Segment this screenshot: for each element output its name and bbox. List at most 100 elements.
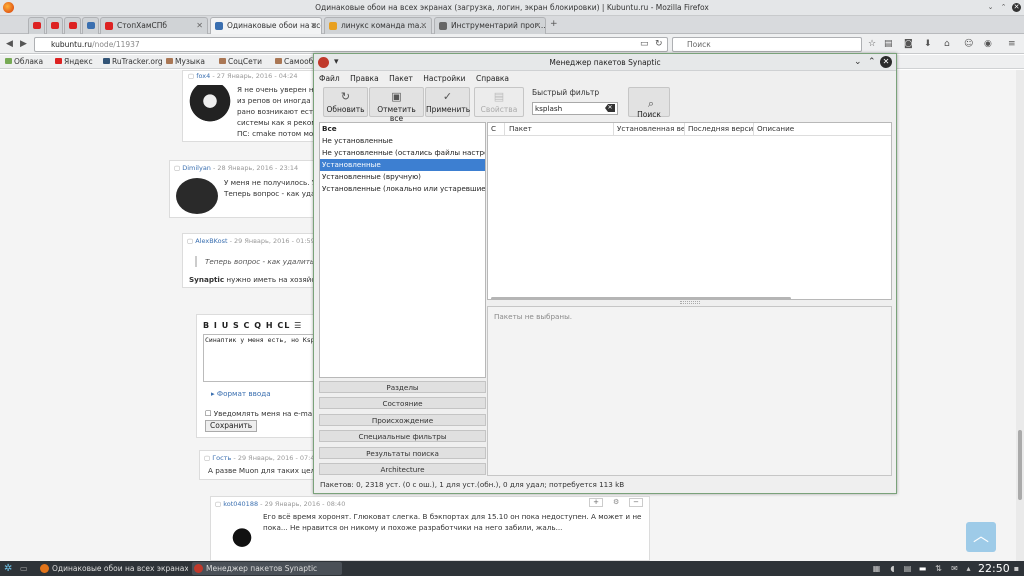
- close-icon[interactable]: ✕: [880, 56, 892, 68]
- comment-author[interactable]: AlexBKost: [195, 237, 227, 245]
- bookmark-rutracker[interactable]: RuTracker.org: [102, 55, 163, 68]
- reading-list-icon[interactable]: ▤: [884, 38, 893, 50]
- bookmark-socseti[interactable]: СоцСети: [218, 55, 262, 68]
- tab-instrumentariy[interactable]: Инструментарий прог... ✕: [434, 17, 546, 34]
- sections-button[interactable]: Разделы: [319, 381, 486, 393]
- comment-textarea[interactable]: Синаптик у меня есть, но Ksplash: [203, 334, 318, 382]
- comment-author[interactable]: kot040188: [223, 500, 258, 508]
- horizontal-scrollbar[interactable]: [491, 297, 791, 300]
- strike-button[interactable]: S: [233, 321, 240, 330]
- clock[interactable]: 22:50: [978, 561, 1010, 576]
- underline-button[interactable]: U: [222, 321, 230, 330]
- pinned-tab-youtube[interactable]: [46, 17, 63, 34]
- minimize-icon[interactable]: ⌄: [854, 56, 862, 68]
- back-icon[interactable]: ◀: [6, 38, 13, 50]
- close-tab-icon[interactable]: ✕: [534, 18, 541, 34]
- properties-button[interactable]: ▤ Свойства: [474, 87, 524, 117]
- bookmark-samoob[interactable]: Самооб: [274, 55, 313, 68]
- filter-item-installed-manual[interactable]: Установленные (вручную): [320, 171, 485, 183]
- page-scrollbar[interactable]: [1016, 70, 1024, 561]
- new-tab-icon[interactable]: +: [550, 18, 558, 30]
- filter-item-installed[interactable]: Установленные: [320, 159, 485, 171]
- column-status[interactable]: С: [488, 123, 505, 135]
- network-icon[interactable]: ⇅: [934, 564, 943, 573]
- filter-item-all[interactable]: Все: [320, 123, 485, 135]
- scroll-to-top-button[interactable]: ︿: [966, 522, 996, 552]
- pocket-icon[interactable]: ◙: [904, 38, 913, 50]
- scrollbar-thumb[interactable]: [1018, 430, 1022, 500]
- close-tab-icon[interactable]: ✕: [420, 18, 427, 34]
- heading-button[interactable]: H: [266, 321, 274, 330]
- url-bar[interactable]: kubuntu.ru/node/11937: [34, 37, 668, 52]
- tab-kubuntu-wallpaper[interactable]: Одинаковые обои на все... ✕: [210, 17, 322, 34]
- column-description[interactable]: Описание: [754, 123, 891, 135]
- account-icon[interactable]: ☺: [964, 38, 973, 50]
- pinned-tab-youtube[interactable]: [64, 17, 81, 34]
- menu-icon[interactable]: ≡: [1008, 38, 1016, 50]
- close-tab-icon[interactable]: ✕: [310, 18, 317, 34]
- close-tab-icon[interactable]: ✕: [196, 18, 203, 34]
- custom-filters-button[interactable]: Специальные фильтры: [319, 430, 486, 442]
- filter-item-residual-config[interactable]: Не установленные (остались файлы настрое…: [320, 147, 485, 159]
- mark-all-button[interactable]: ▣ Отметить все: [369, 87, 424, 123]
- reader-icon[interactable]: ▭: [640, 38, 649, 50]
- pane-splitter[interactable]: [680, 301, 700, 304]
- column-installed-version[interactable]: Установленная версия: [614, 123, 685, 135]
- desktop-toolbox-icon[interactable]: ▪: [1012, 564, 1021, 573]
- origin-button[interactable]: Происхождение: [319, 414, 486, 426]
- menu-edit[interactable]: Правка: [350, 74, 379, 83]
- pinned-tab-youtube[interactable]: [28, 17, 45, 34]
- italic-button[interactable]: I: [214, 321, 218, 330]
- quick-filter-input[interactable]: [532, 102, 618, 115]
- format-link[interactable]: ▸ Формат ввода: [211, 388, 271, 399]
- maximize-icon[interactable]: ⌃: [868, 56, 876, 68]
- search-input[interactable]: Поиск: [672, 37, 862, 52]
- collapse-icon[interactable]: −: [629, 498, 643, 507]
- minimize-icon[interactable]: ⌄: [986, 3, 995, 12]
- home-icon[interactable]: ⌂: [944, 38, 950, 50]
- download-icon[interactable]: ⬇: [924, 38, 932, 50]
- architecture-button[interactable]: Architecture: [319, 463, 486, 475]
- star-icon[interactable]: ☆: [868, 38, 876, 50]
- tab-linux-command[interactable]: линукс команда ma... ✕: [324, 17, 432, 34]
- quote-button[interactable]: Q: [254, 321, 262, 330]
- tray-expand-icon[interactable]: ▴: [964, 564, 973, 573]
- window-menu-icon[interactable]: ▾: [334, 56, 339, 68]
- code-button[interactable]: C: [244, 321, 251, 330]
- show-desktop-icon[interactable]: ▭: [20, 561, 28, 576]
- notifications-icon[interactable]: ✉: [950, 564, 959, 573]
- maximize-icon[interactable]: ⌃: [999, 3, 1008, 12]
- package-list[interactable]: С Пакет Установленная версия Последняя в…: [487, 122, 892, 300]
- column-latest-version[interactable]: Последняя версия: [685, 123, 754, 135]
- save-button[interactable]: Сохранить: [205, 420, 258, 432]
- menu-settings[interactable]: Настройки: [423, 74, 465, 83]
- column-package[interactable]: Пакет: [506, 123, 614, 135]
- close-icon[interactable]: ✕: [1012, 3, 1021, 12]
- volume-icon[interactable]: ◖: [888, 564, 897, 573]
- task-firefox[interactable]: Одинаковые обои на всех экранах (: [38, 562, 188, 575]
- search-button[interactable]: ⌕ Поиск: [628, 87, 670, 119]
- keyboard-icon[interactable]: ▦: [872, 564, 881, 573]
- align-button[interactable]: ☰: [294, 321, 302, 330]
- language-flag-icon[interactable]: ▬: [918, 564, 927, 573]
- list-button[interactable]: CL: [277, 321, 290, 330]
- status-button[interactable]: Состояние: [319, 397, 486, 409]
- kde-menu-icon[interactable]: ✲: [4, 561, 12, 576]
- comment-author[interactable]: fox4: [196, 72, 210, 80]
- bold-button[interactable]: B: [203, 321, 210, 330]
- notify-option[interactable]: ☐ Уведомлять меня на e-ma: [205, 408, 312, 419]
- expand-icon[interactable]: +: [589, 498, 603, 507]
- menu-file[interactable]: Файл: [319, 74, 340, 83]
- comment-author[interactable]: Dimilyan: [182, 164, 211, 172]
- apply-button[interactable]: ✓ Применить: [425, 87, 470, 117]
- reload-icon[interactable]: ↻: [655, 38, 663, 50]
- bookmark-music[interactable]: Музыка: [165, 55, 205, 68]
- refresh-button[interactable]: ↻ Обновить: [323, 87, 368, 117]
- addon-icon[interactable]: ◉: [984, 38, 992, 50]
- menu-package[interactable]: Пакет: [389, 74, 413, 83]
- forward-icon[interactable]: ▶: [20, 38, 27, 50]
- menu-help[interactable]: Справка: [476, 74, 509, 83]
- filter-item-not-installed[interactable]: Не установленные: [320, 135, 485, 147]
- settings-icon[interactable]: ⚙: [613, 498, 619, 506]
- comment-author[interactable]: Гость: [212, 454, 231, 462]
